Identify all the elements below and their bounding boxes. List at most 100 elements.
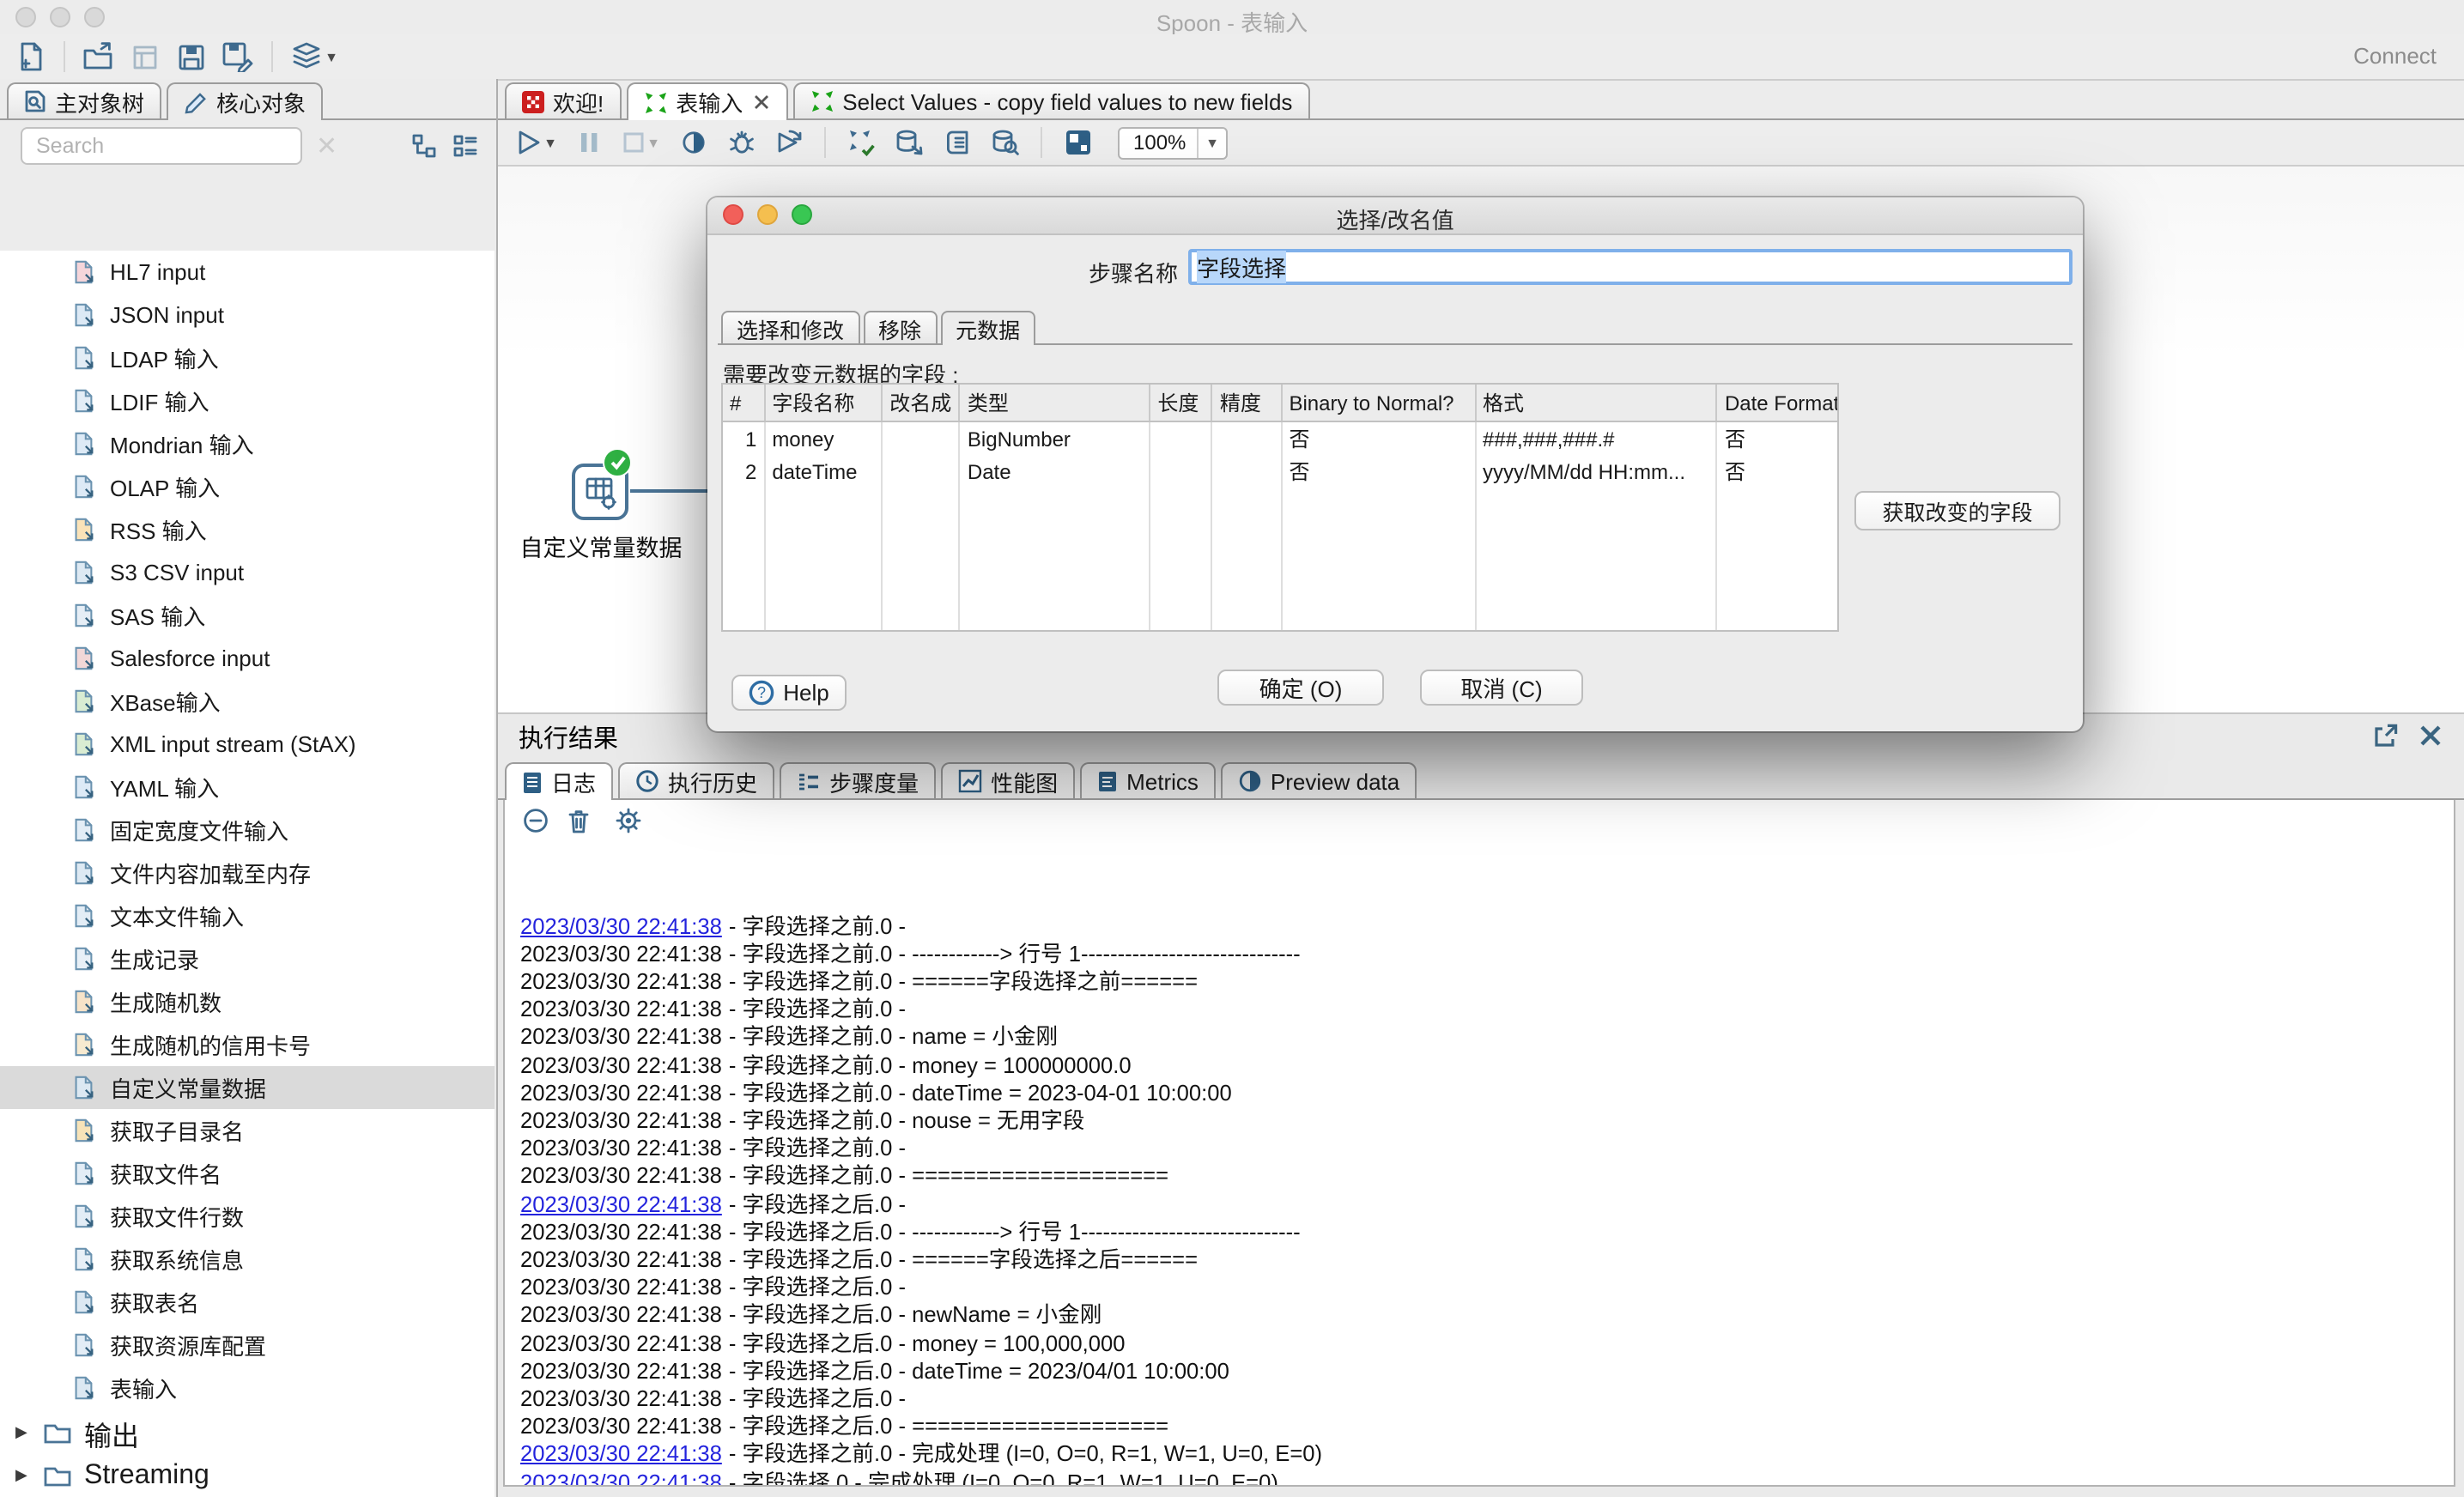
tab-select-values[interactable]: Select Values - copy field values to new… [792,82,1309,118]
tree-item[interactable]: 表输入 [0,1367,495,1409]
log-timestamp[interactable]: 2023/03/30 22:41:38 [520,1469,722,1485]
tree-item[interactable]: 获取文件行数 [0,1195,495,1238]
dialog-tab[interactable]: 移除 [863,311,937,343]
pause-button[interactable] [567,124,610,161]
log-timestamp[interactable]: 2023/03/30 22:41:38 [520,1414,722,1441]
log-timestamp[interactable]: 2023/03/30 22:41:38 [520,1275,722,1302]
tree-item[interactable]: YAML 输入 [0,766,495,809]
tab-core-objects[interactable]: 核心对象 [167,82,323,120]
tree-item[interactable]: LDAP 输入 [0,336,495,379]
tab-preview-data[interactable]: Preview data [1221,762,1417,798]
impact-analysis-button[interactable] [888,124,931,161]
tree-item[interactable]: JSON input [0,294,495,336]
perspectives-button[interactable]: ▼ [285,38,343,76]
tree-item[interactable]: 获取文件名 [0,1152,495,1195]
log-timestamp[interactable]: 2023/03/30 22:41:38 [520,1302,722,1330]
log-timestamp[interactable]: 2023/03/30 22:41:38 [520,1441,722,1469]
step-name-input[interactable]: 字段选择 [1188,249,2073,285]
tree-item[interactable]: 自定义常量数据 [0,1066,495,1109]
log-lines[interactable]: 2023/03/30 22:41:38 - 字段选择之前.0 - 2023/03… [520,843,2447,1485]
tree-item[interactable]: 获取表名 [0,1281,495,1324]
tab-metrics[interactable]: Metrics [1080,762,1216,798]
log-timestamp[interactable]: 2023/03/30 22:41:38 [520,941,722,968]
connect-button[interactable]: Connect [2353,43,2437,69]
tree-item[interactable]: S3 CSV input [0,551,495,594]
log-timestamp[interactable]: 2023/03/30 22:41:38 [520,1330,722,1357]
tree-item[interactable]: 文件内容加载至内存 [0,852,495,894]
tree-item[interactable]: LDIF 输入 [0,379,495,422]
log-timestamp[interactable]: 2023/03/30 22:41:38 [520,1358,722,1385]
zoom-select[interactable]: 100% ▼ [1118,126,1228,159]
list-view-icon[interactable] [452,132,479,160]
tree-item[interactable]: XML input stream (StAX) [0,723,495,766]
table-header-cell[interactable]: # [723,385,764,421]
log-timestamp[interactable]: 2023/03/30 22:41:38 [520,1191,722,1218]
close-panel-icon[interactable] [2418,723,2443,748]
tree-folder[interactable]: ▶ Streaming [0,1454,495,1497]
new-file-button[interactable] [9,38,52,76]
tab-performance-graph[interactable]: 性能图 [941,762,1075,798]
tree-item[interactable]: 生成随机的信用卡号 [0,1023,495,1066]
metadata-fields-table[interactable]: #字段名称改名成类型长度精度Binary to Normal?格式Date Fo… [721,383,1839,632]
dialog-tab[interactable]: 元数据 [940,311,1035,345]
tree-item[interactable]: SAS 输入 [0,594,495,637]
log-timestamp[interactable]: 2023/03/30 22:41:38 [520,996,722,1023]
tree-view-icon[interactable] [410,132,438,160]
log-timestamp[interactable]: 2023/03/30 22:41:38 [520,1080,722,1107]
table-header-cell[interactable]: 精度 [1212,385,1282,421]
tree-item[interactable]: 获取子目录名 [0,1109,495,1152]
table-header-cell[interactable]: 字段名称 [764,385,882,421]
tree-folder[interactable]: ▶ 输出 [0,1411,495,1454]
tree-item[interactable]: Mondrian 输入 [0,422,495,465]
tree-item[interactable]: 文本文件输入 [0,894,495,937]
tree-item[interactable]: Salesforce input [0,637,495,680]
tab-welcome[interactable]: 欢迎! [505,82,621,118]
log-timestamp[interactable]: 2023/03/30 22:41:38 [520,1385,722,1413]
tree-item[interactable]: RSS 输入 [0,508,495,551]
open-file-button[interactable] [77,38,120,76]
log-timestamp[interactable]: 2023/03/30 22:41:38 [520,1024,722,1052]
explore-repository-button[interactable] [124,38,167,76]
table-header-cell[interactable]: 类型 [960,385,1150,421]
stop-button[interactable]: ▼ [615,124,666,161]
log-timestamp[interactable]: 2023/03/30 22:41:38 [520,1107,722,1135]
close-tab-icon[interactable] [751,93,770,112]
table-header-cell[interactable]: 改名成 [882,385,960,421]
tree-item[interactable]: 获取资源库配置 [0,1324,495,1367]
table-header-cell[interactable]: 格式 [1475,385,1717,421]
tree-item[interactable]: 生成随机数 [0,980,495,1023]
tab-step-metrics[interactable]: 步骤度量 [780,762,936,798]
tab-log[interactable]: 日志 [505,762,613,800]
table-header-cell[interactable]: 长度 [1150,385,1212,421]
table-row[interactable]: 1 money BigNumber 否 ###,###,###.# 否 [723,421,1838,455]
log-timestamp[interactable]: 2023/03/30 22:41:38 [520,1163,722,1191]
log-timestamp[interactable]: 2023/03/30 22:41:38 [520,912,722,940]
help-button[interactable]: ? Help [731,675,847,711]
expander-triangle-icon[interactable]: ▶ [15,1423,31,1442]
debug-button[interactable] [719,124,762,161]
generate-sql-button[interactable] [936,124,979,161]
log-timestamp[interactable]: 2023/03/30 22:41:38 [520,1135,722,1162]
show-hide-results-button[interactable] [1056,124,1099,161]
tab-main-object-tree[interactable]: 主对象树 [7,82,161,118]
replay-button[interactable] [768,124,810,161]
verify-transformation-button[interactable] [840,124,883,161]
table-header-cell[interactable]: Binary to Normal? [1281,385,1475,421]
tree-item[interactable]: HL7 input [0,251,495,294]
log-timestamp[interactable]: 2023/03/30 22:41:38 [520,1052,722,1079]
get-changed-fields-button[interactable]: 获取改变的字段 [1854,491,2060,530]
cancel-button[interactable]: 取消 (C) [1420,670,1583,706]
tree-item[interactable]: XBase输入 [0,680,495,723]
detach-panel-icon[interactable] [2371,723,2399,750]
save-as-button[interactable] [216,38,259,76]
ok-button[interactable]: 确定 (O) [1217,670,1384,706]
table-header-cell[interactable]: Date Format L [1717,385,1838,421]
search-input[interactable] [21,127,302,165]
table-row[interactable]: 2 dateTime Date 否 yyyy/MM/dd HH:mm... 否 [723,455,1838,488]
log-settings-minus-icon[interactable] [522,807,549,834]
save-button[interactable] [170,38,213,76]
expander-triangle-icon[interactable]: ▶ [15,1466,31,1485]
explore-database-button[interactable] [984,124,1027,161]
clear-log-trash-icon[interactable] [567,807,591,834]
tree-item[interactable]: 生成记录 [0,937,495,980]
